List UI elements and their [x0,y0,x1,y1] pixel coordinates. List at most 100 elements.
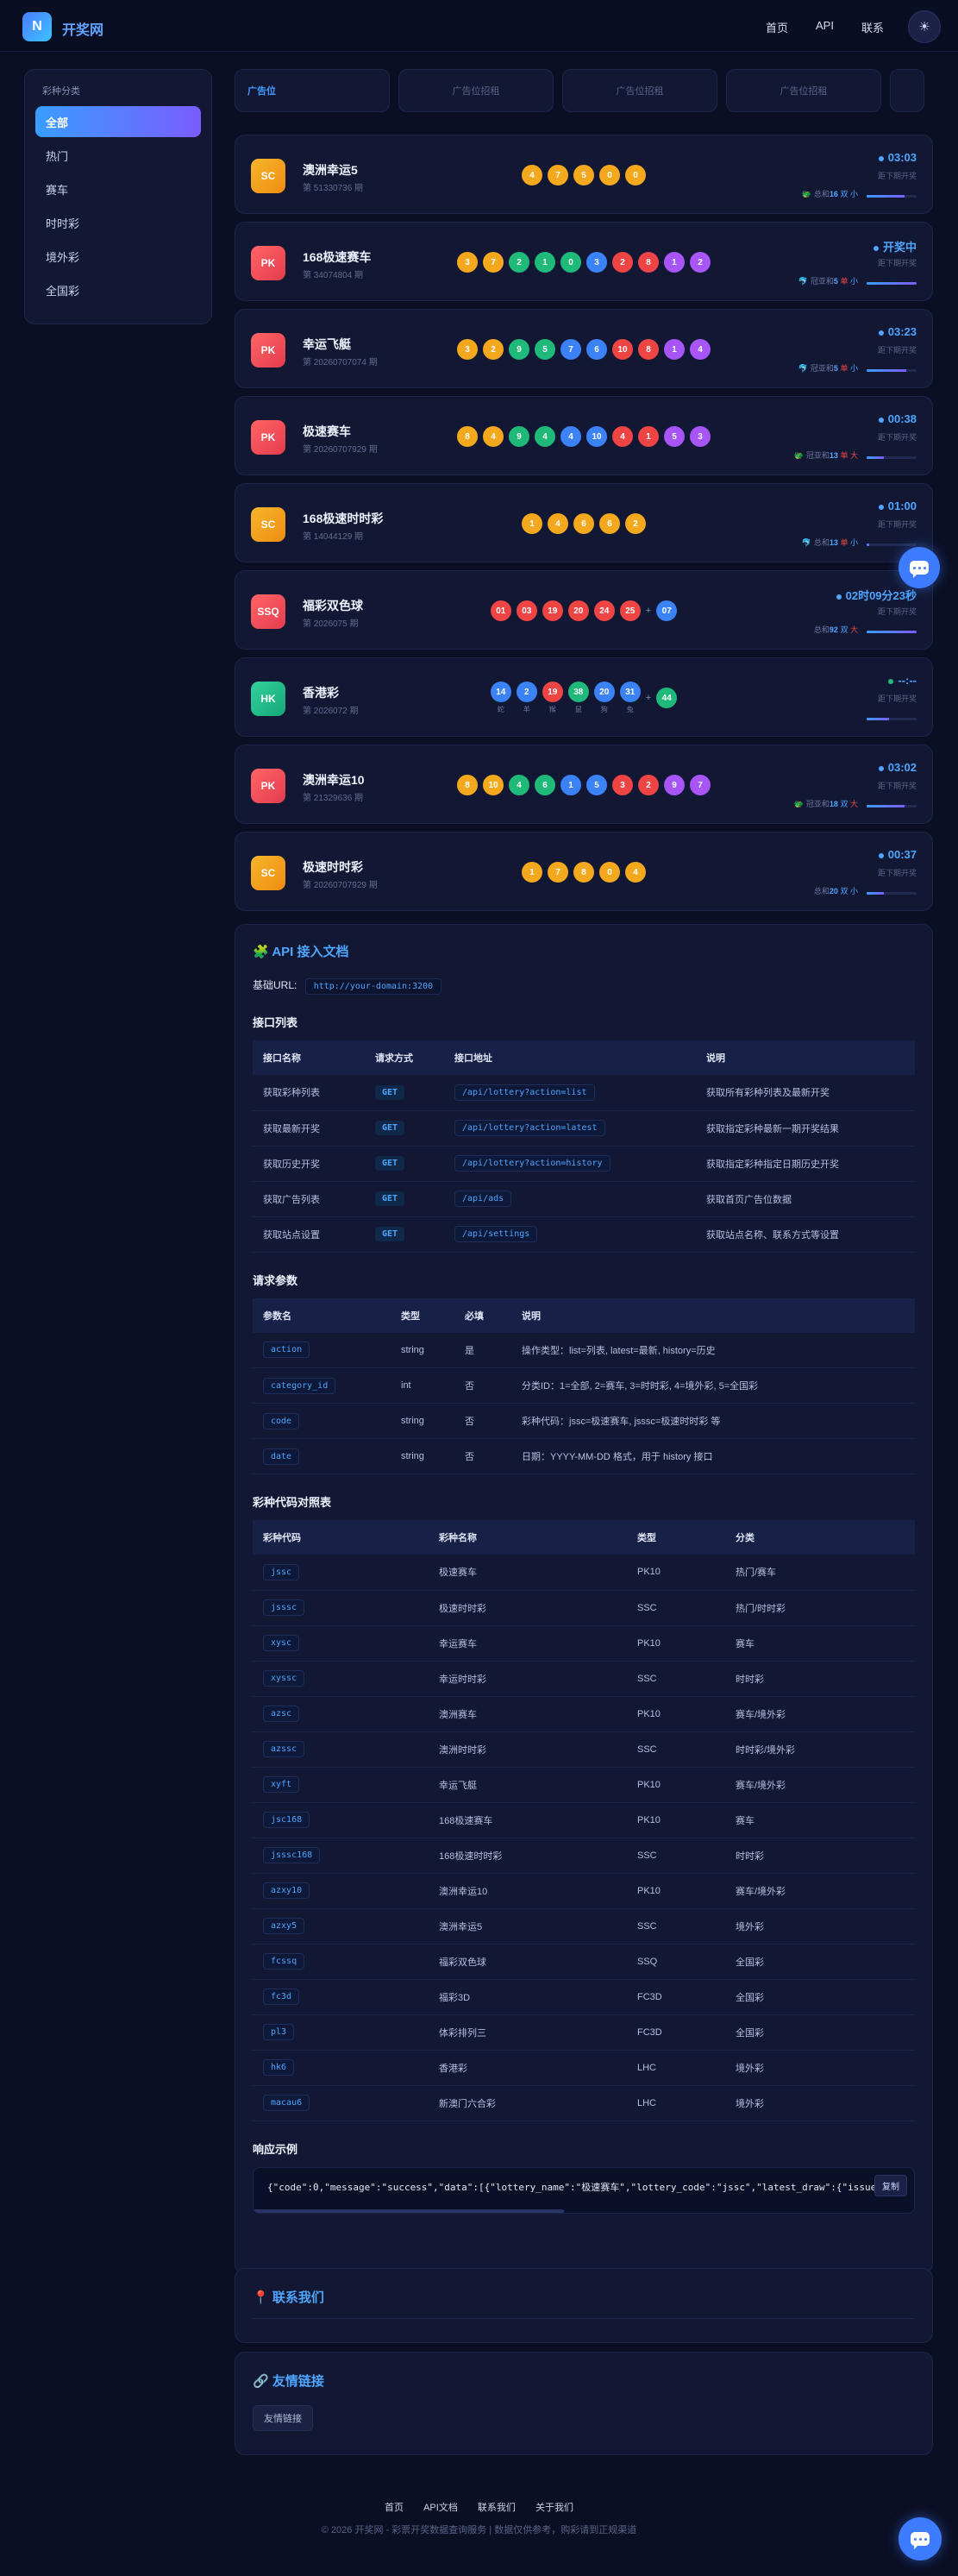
lottery-code-category: 全国彩 [725,2014,915,2051]
zodiac-icon: 🐲 [801,190,811,198]
footer-api-link[interactable]: API文档 [423,2503,458,2513]
lottery-card[interactable]: HK 香港彩第 2026072 期 14 蛇 2 羊 19 猴 38 鼠 20 狗 31 兔 +44 --:-… [235,657,933,737]
horizontal-scrollbar[interactable] [254,2208,564,2213]
countdown-value: 00:38 [887,412,917,425]
stat-parity: 双 [840,190,848,198]
lottery-code-category: 赛车/境外彩 [725,1696,915,1732]
ad-slot[interactable]: 广告位 [235,69,390,112]
next-draw-label: 距下期开奖 [877,520,917,529]
code-chip: azsc [263,1706,300,1722]
footer-home-link[interactable]: 首页 [385,2503,404,2513]
ad-slot[interactable]: 广告位招租 [726,69,881,112]
copy-button[interactable]: 复制 [874,2174,907,2196]
countdown-value: 01:00 [887,499,917,512]
table-row: 获取最新开奖 GET/api/lottery?action=latest 获取指定彩… [253,1110,915,1147]
lottery-code: jsc168 [253,1802,429,1838]
lottery-code: azxy5 [253,1908,429,1945]
lottery-code-type: PK10 [627,1767,725,1803]
table-header: 参数名 [253,1297,391,1333]
sidebar-item-racing[interactable]: 赛车 [35,173,201,204]
main-nav: 首页 API 联系 [766,19,884,35]
sidebar-item-ssc[interactable]: 时时彩 [35,207,201,238]
sidebar-item-national[interactable]: 全国彩 [35,274,201,305]
param-chip: date [263,1448,300,1465]
table-row: jsssc 极速时时彩 SSC 热门/时时彩 [253,1590,915,1626]
nav-home-link[interactable]: 首页 [766,19,788,35]
code-chip: jsssc168 [263,1847,321,1863]
ad-slot[interactable]: 广告位招租 [398,69,554,112]
table-row: 获取历史开奖 GET/api/lottery?action=history 获取指定… [253,1146,915,1182]
logo-icon[interactable]: N [22,12,52,41]
footer-about-link[interactable]: 关于我们 [535,2503,573,2513]
endpoint-name: 获取最新开奖 [253,1110,365,1147]
ad-slot-more[interactable] [890,69,924,112]
sidebar-item-hot[interactable]: 热门 [35,140,201,171]
stat-sum: 5 [833,364,838,373]
table-row: code string 否彩种代码：jssc=极速赛车, jsssc=极速时时彩 等 [253,1403,915,1439]
ball-with-zodiac: 19 猴 [542,682,563,714]
stat-size: 小 [849,538,858,547]
lottery-code: jsssc [253,1590,429,1626]
chat-button[interactable] [899,2517,942,2560]
nav-contact-link[interactable]: 联系 [861,19,884,35]
contact-title: 📍 联系我们 [253,2290,324,2305]
number-ball: 4 [560,426,581,447]
theme-toggle-button[interactable]: ☀ [908,10,941,43]
params-table: 参数名 类型 必填 说明 action string 是操作类型：list=列表, … [253,1297,915,1474]
lottery-code-name: 168极速时时彩 [429,1838,627,1874]
sidebar-item-all[interactable]: 全部 [35,106,201,137]
lottery-code-category: 境外彩 [725,1908,915,1945]
path-chip: /api/lottery?action=latest [454,1120,605,1136]
chat-button[interactable] [899,547,940,588]
number-ball: 1 [664,252,685,273]
lottery-card[interactable]: PK 168极速赛车第 34074804 期 3 7 2 1 0 3 2 8 1 2 开奖中 距下期开奖 🐬… [235,222,933,301]
number-ball: 8 [457,775,478,795]
lottery-code: hk6 [253,2050,429,2086]
stat-parity: 单 [840,277,848,286]
number-ball: 4 [483,426,504,447]
nav-api-link[interactable]: API [816,19,834,35]
ball-row: 47500 [235,135,932,215]
table-row: action string 是操作类型：list=列表, latest=最新, hi… [253,1332,915,1368]
number-ball: 10 [586,426,607,447]
sidebar-item-overseas[interactable]: 境外彩 [35,241,201,272]
code-chip: jsssc [263,1599,305,1616]
method-badge: GET [375,1191,405,1206]
lottery-card[interactable]: SC 澳洲幸运5 第 51330736 期 4 7 5 0 0 03:03 距下期开奖 🐲 总和16 … [235,135,933,214]
lottery-card[interactable]: SC 168极速时时彩第 14044129 期 1 4 6 6 2 01:00 距下期开奖 🐬 总和… [235,483,933,562]
table-header: 说明 [511,1297,915,1333]
countdown-timer: 01:00 [878,499,917,512]
countdown-value: 02时09分23秒 [845,589,917,602]
lottery-card[interactable]: SC 极速时时彩第 20260707929 期 1 7 8 0 4 00:37 距下期开奖 总和2… [235,832,933,911]
lottery-card[interactable]: SSQ 福彩双色球第 2026075 期 01 03 19 20 24 25 +07 02时09分… [235,570,933,650]
number-ball: 25 [619,600,641,621]
footer-contact-link[interactable]: 联系我们 [478,2503,516,2513]
friend-links-panel: 🔗 友情链接 友情链接 [235,2352,933,2455]
progress-bar [867,805,917,807]
number-ball: 8 [638,339,659,360]
stat-size: 小 [849,277,858,286]
stat-label: 总和 [813,887,830,895]
draw-stats: 🐬 总和13 单 小 [802,537,858,548]
table-header: 请求方式 [365,1040,444,1075]
table-row: xysc 幸运赛车 PK10 赛车 [253,1625,915,1662]
site-name[interactable]: 开奖网 [62,18,103,39]
lottery-code-category: 赛车 [725,1625,915,1662]
lottery-card[interactable]: PK 澳洲幸运10 第 21329636 期 8 10 4 6 1 5 3 2 9 7 03:02 距下期开… [235,745,933,824]
stat-size: 小 [849,887,858,895]
table-header: 彩种代码 [253,1520,429,1555]
endpoint-path: /api/settings [444,1216,696,1253]
params-title: 请求参数 [253,1273,298,1287]
endpoint-name: 获取广告列表 [253,1181,365,1217]
lottery-card[interactable]: PK 极速赛车第 20260707929 期 8 4 9 4 4 10 4 1 5 3 00:38 距下期… [235,396,933,475]
draw-stats: 🐲 冠亚和13 单 大 [794,449,858,461]
ad-slot[interactable]: 广告位招租 [562,69,717,112]
ad-banner-row: 广告位 广告位招租 广告位招租 广告位招租 [235,69,933,112]
lottery-code-name: 福彩3D [429,1979,627,2015]
ball-row: 17804 [235,832,932,912]
code-chip: xyssc [263,1670,305,1687]
stat-parity: 单 [840,451,848,460]
lottery-code-name: 极速赛车 [429,1555,627,1591]
lottery-card[interactable]: PK 幸运飞艇第 20260707074 期 3 2 9 5 7 6 10 8 1 4 03:23 距下期… [235,309,933,388]
friend-link[interactable]: 友情链接 [253,2405,313,2431]
